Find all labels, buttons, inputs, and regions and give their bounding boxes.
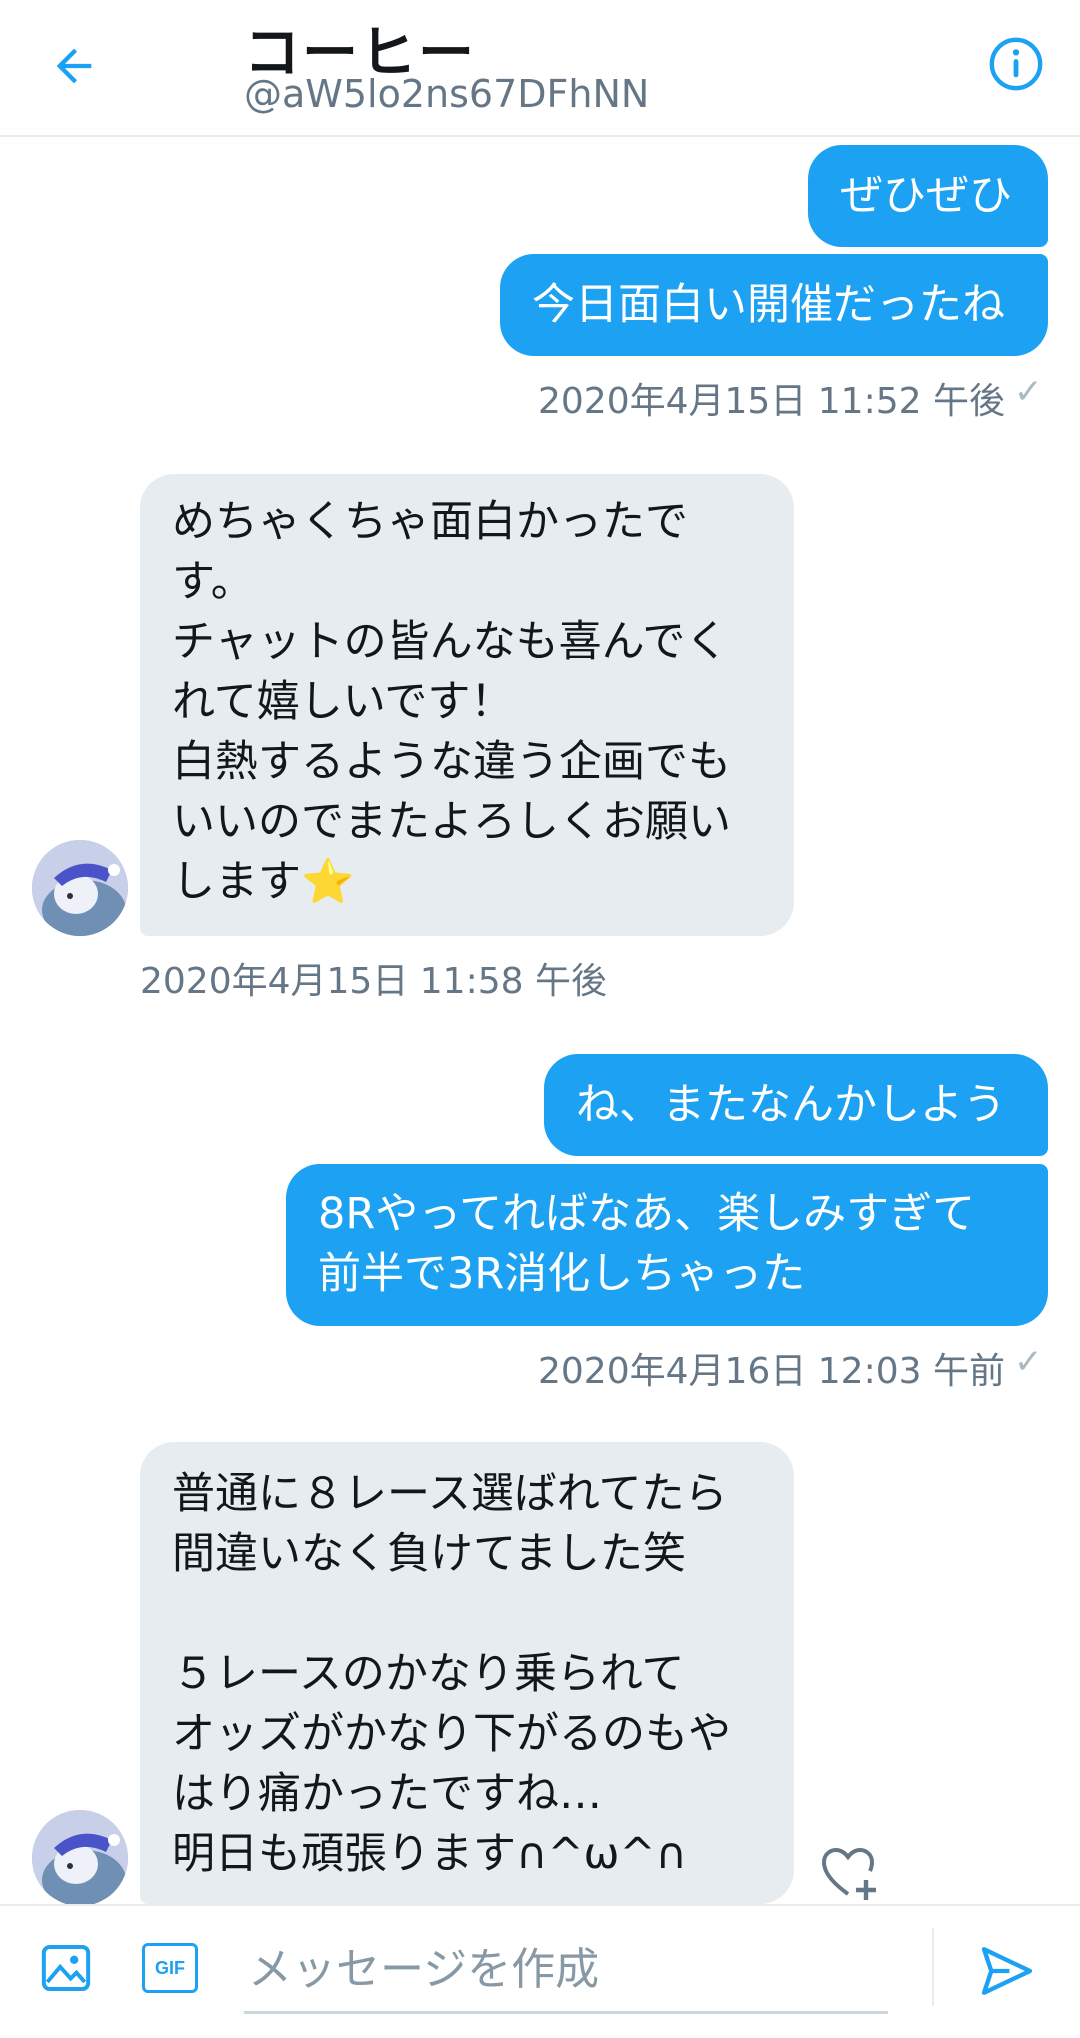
message-timestamp: 2020年4月16日 12:03 午前 — [538, 1351, 1005, 1392]
message-input[interactable] — [244, 1928, 888, 2014]
received-message-bubble[interactable]: めちゃくちゃ面白かったで す。 チャットの皆んなも喜んでく れて嬉しいです！ 白… — [140, 474, 794, 936]
conversation-handle: @aW5lo2ns67DFhNN — [244, 72, 650, 116]
contact-avatar[interactable] — [32, 1810, 128, 1906]
sent-message-bubble[interactable]: ぜひぜひ — [808, 145, 1048, 247]
back-button[interactable] — [42, 34, 106, 98]
avatar-image — [32, 1810, 128, 1906]
add-gif-button[interactable]: GIF — [138, 1936, 202, 2000]
info-icon — [989, 37, 1043, 91]
info-button[interactable] — [984, 32, 1048, 96]
sent-message-bubble[interactable]: 今日面白い開催だったね — [500, 254, 1048, 356]
message-timestamp: 2020年4月15日 11:52 午後 — [538, 381, 1005, 422]
received-message-bubble[interactable]: 普通に８レース選ばれてたら 間違いなく負けてました笑 ５レースのかなり乗られて … — [140, 1442, 794, 1904]
sent-message-bubble[interactable]: 8Rやってればなあ、楽しみすぎて 前半で3R消化しちゃった — [286, 1164, 1048, 1326]
gif-icon: GIF — [142, 1943, 198, 1993]
read-status-icon: ✓ — [1014, 372, 1043, 412]
message-timestamp: 2020年4月15日 11:58 午後 — [140, 961, 607, 1002]
sent-message-bubble[interactable]: ね、またなんかしよう — [544, 1054, 1048, 1156]
add-photo-button[interactable] — [34, 1936, 98, 2000]
heart-plus-icon — [821, 1847, 876, 1900]
read-status-icon: ✓ — [1014, 1342, 1043, 1382]
image-icon — [41, 1945, 91, 1991]
avatar-image — [32, 840, 128, 936]
composer-divider — [932, 1928, 934, 2006]
like-message-button[interactable] — [818, 1840, 882, 1904]
arrow-left-icon — [56, 48, 92, 84]
send-icon — [981, 1947, 1033, 1995]
contact-avatar[interactable] — [32, 840, 128, 936]
send-button[interactable] — [972, 1936, 1042, 2006]
message-composer: GIF — [0, 1904, 1080, 2038]
conversation-header: コーヒー @aW5lo2ns67DFhNN — [0, 0, 1080, 137]
